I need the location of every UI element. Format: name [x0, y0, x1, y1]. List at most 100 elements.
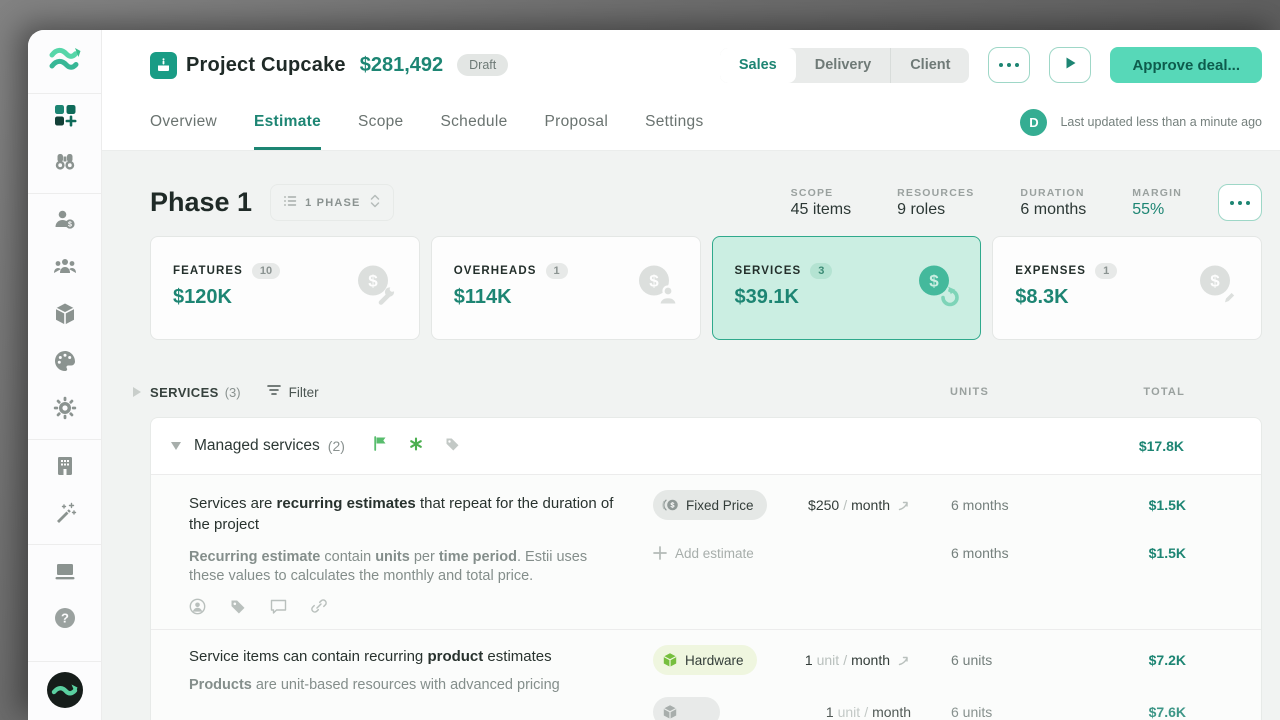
- add-estimate-button[interactable]: Add estimate: [653, 546, 754, 561]
- category-cards: FEATURES 10 $120K $: [150, 236, 1262, 340]
- assignee-icon[interactable]: [189, 598, 206, 615]
- card-features[interactable]: FEATURES 10 $120K $: [150, 236, 420, 340]
- svg-text:$: $: [368, 272, 378, 291]
- tab-proposal[interactable]: Proposal: [545, 94, 609, 150]
- approve-deal-button[interactable]: Approve deal...: [1110, 47, 1262, 83]
- total-column-header: TOTAL: [1110, 386, 1262, 398]
- play-icon: [1063, 56, 1077, 75]
- phase-more-button[interactable]: [1218, 184, 1262, 221]
- trend-arrow-icon: [898, 499, 911, 511]
- filter-icon: [267, 383, 281, 401]
- projects-grid-plus-icon: [52, 102, 78, 133]
- ellipsis-icon: [1230, 201, 1250, 205]
- units-cell[interactable]: 6 units: [951, 704, 1111, 720]
- coin-icon: $: [662, 497, 679, 513]
- units-column-header: UNITS: [950, 386, 1110, 398]
- plus-icon: [653, 546, 667, 560]
- segment-client[interactable]: Client: [890, 48, 969, 83]
- segment-delivery[interactable]: Delivery: [796, 48, 890, 83]
- flag-icon[interactable]: [373, 436, 387, 456]
- sidebar-item-rates[interactable]: $: [28, 199, 101, 246]
- group-row-managed-services[interactable]: Managed services (2): [151, 418, 1261, 475]
- caret-down-icon[interactable]: [171, 442, 181, 450]
- sidebar-item-settings[interactable]: [28, 387, 101, 434]
- palette-icon: [52, 348, 78, 379]
- sidebar-item-theme[interactable]: [28, 340, 101, 387]
- stat-duration: DURATION 6 months: [1020, 187, 1086, 219]
- units-cell[interactable]: 6 months: [951, 497, 1111, 513]
- count-badge: 1: [1095, 263, 1117, 279]
- building-icon: [53, 454, 77, 483]
- tab-estimate[interactable]: Estimate: [254, 94, 321, 150]
- total-cell: $1.5K: [1111, 497, 1263, 513]
- app-header: Project Cupcake $281,492 Draft Sales Del…: [102, 30, 1280, 151]
- tab-overview[interactable]: Overview: [150, 94, 217, 150]
- stat-margin: MARGIN 55%: [1132, 187, 1182, 219]
- comment-icon[interactable]: [270, 598, 287, 615]
- card-overheads[interactable]: OVERHEADS 1 $114K $: [431, 236, 701, 340]
- tab-schedule[interactable]: Schedule: [440, 94, 507, 150]
- count-badge: 3: [810, 263, 832, 279]
- estii-logo[interactable]: [28, 30, 101, 94]
- sidebar-item-workspace[interactable]: [28, 550, 101, 597]
- card-services[interactable]: SERVICES 3 $39.1K $: [712, 236, 982, 340]
- status-badge: Draft: [457, 54, 508, 76]
- sidebar-profile-avatar[interactable]: [28, 664, 101, 720]
- tab-bar: Overview Estimate Scope Schedule Proposa…: [150, 94, 704, 150]
- header-more-button[interactable]: [988, 47, 1030, 83]
- price-cell[interactable]: 1 unit / month: [773, 652, 911, 668]
- play-button[interactable]: [1049, 47, 1091, 83]
- sidebar-item-products[interactable]: [28, 293, 101, 340]
- svg-text:$: $: [68, 221, 72, 228]
- price-cell[interactable]: 1 unit / month: [773, 704, 911, 720]
- units-cell[interactable]: 6 units: [951, 652, 1111, 668]
- estii-logo-icon: [47, 43, 83, 80]
- tag-icon[interactable]: [445, 436, 460, 456]
- table-row: Services are recurring estimates that re…: [151, 475, 1261, 630]
- row-description: Service items can contain recurring prod…: [189, 646, 623, 667]
- sidebar-item-projects[interactable]: [28, 94, 101, 141]
- disclosure-caret-icon[interactable]: [133, 387, 141, 397]
- sidebar-item-search[interactable]: [28, 141, 101, 188]
- sidebar-divider: [28, 544, 101, 545]
- ellipsis-icon: [999, 63, 1019, 67]
- segment-sales[interactable]: Sales: [720, 48, 796, 83]
- sidebar-item-company[interactable]: [28, 445, 101, 492]
- tab-scope[interactable]: Scope: [358, 94, 403, 150]
- table-row: Service items can contain recurring prod…: [151, 630, 1261, 720]
- product-badge[interactable]: Hardware: [653, 645, 757, 675]
- total-cell: $7.6K: [1111, 704, 1263, 720]
- card-expenses[interactable]: EXPENSES 1 $8.3K $: [992, 236, 1262, 340]
- tab-settings[interactable]: Settings: [645, 94, 703, 150]
- svg-text:$: $: [930, 272, 940, 291]
- filter-button[interactable]: Filter: [267, 383, 319, 401]
- page-title: Project Cupcake: [186, 54, 346, 77]
- help-icon: ?: [52, 605, 78, 636]
- row-subdescription: Recurring estimate contain units per tim…: [189, 548, 623, 586]
- tag-small-icon[interactable]: [230, 598, 246, 615]
- price-type-badge[interactable]: $ Fixed Price: [653, 490, 767, 520]
- sidebar-divider: [28, 439, 101, 440]
- project-cake-icon: [150, 52, 177, 79]
- product-badge[interactable]: unit: [653, 697, 720, 720]
- count-badge: 10: [252, 263, 280, 279]
- chevron-updown-icon: [369, 193, 381, 212]
- dollar-pencil-icon: $: [1195, 263, 1241, 314]
- sidebar-divider: [28, 193, 101, 194]
- sidebar: $: [28, 30, 102, 720]
- sidebar-item-magic[interactable]: [28, 492, 101, 539]
- asterisk-icon[interactable]: [409, 437, 423, 456]
- row-subdescription: Products are unit-based resources with a…: [189, 676, 623, 695]
- sidebar-item-team[interactable]: [28, 246, 101, 293]
- stat-resources: RESOURCES 9 roles: [897, 187, 974, 219]
- row-meta-icons: [151, 586, 1261, 629]
- phase-selector[interactable]: 1 PHASE: [270, 184, 393, 221]
- row-description: Services are recurring estimates that re…: [189, 493, 623, 535]
- user-avatar[interactable]: D: [1020, 109, 1047, 136]
- price-cell[interactable]: $250 / month: [773, 497, 911, 513]
- team-icon: [52, 254, 78, 285]
- units-cell[interactable]: 6 months: [951, 545, 1111, 561]
- link-icon[interactable]: [311, 598, 327, 615]
- sidebar-item-help[interactable]: ?: [28, 597, 101, 644]
- svg-text:$: $: [1210, 272, 1220, 291]
